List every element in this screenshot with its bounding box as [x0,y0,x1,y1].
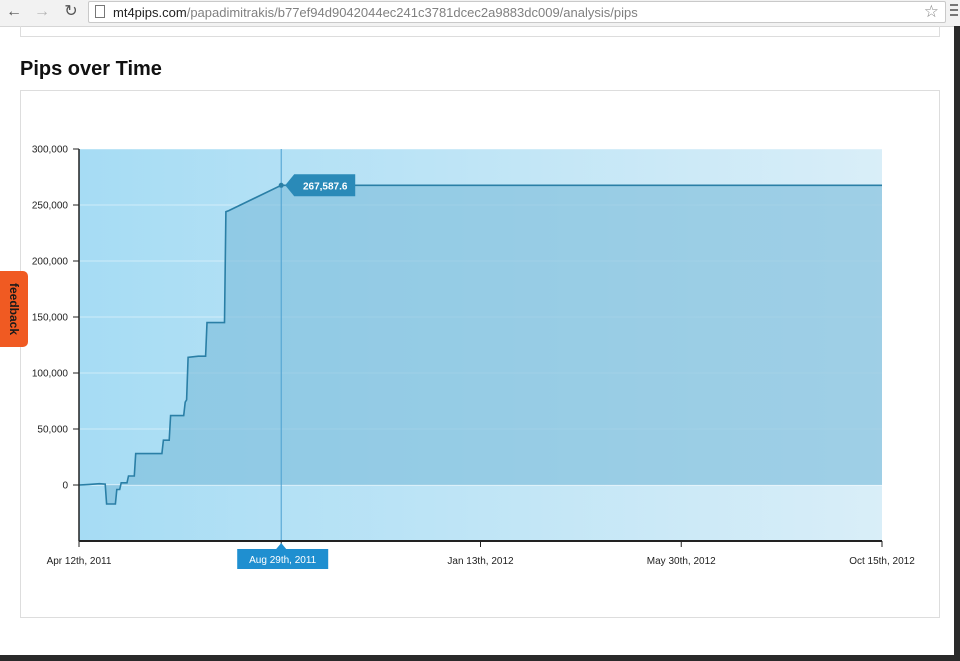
y-tick-label: 300,000 [32,145,69,156]
window-border [954,26,960,661]
x-tick-label: May 30th, 2012 [647,556,716,567]
x-tick-label: Oct 15th, 2012 [849,556,915,567]
x-tick-label: Jan 13th, 2012 [447,556,514,567]
y-tick-label: 100,000 [32,369,69,380]
x-tick-label: Apr 12th, 2011 [47,556,112,567]
y-tick-label: 250,000 [32,201,69,212]
value-tooltip-label: 267,587.6 [303,181,348,192]
crosshair-x-pointer [276,543,287,549]
y-tick-label: 200,000 [32,257,69,268]
crosshair-point [278,182,284,188]
y-tick-label: 50,000 [37,425,68,436]
y-tick-label: 150,000 [32,313,69,324]
crosshair-x-label: Aug 29th, 2011 [249,555,317,566]
pips-chart: 300,000 250,000 200,000 150,000 100,000 50,00… [32,145,915,569]
window-border-bottom [0,655,960,661]
y-tick-label: 0 [62,481,68,492]
